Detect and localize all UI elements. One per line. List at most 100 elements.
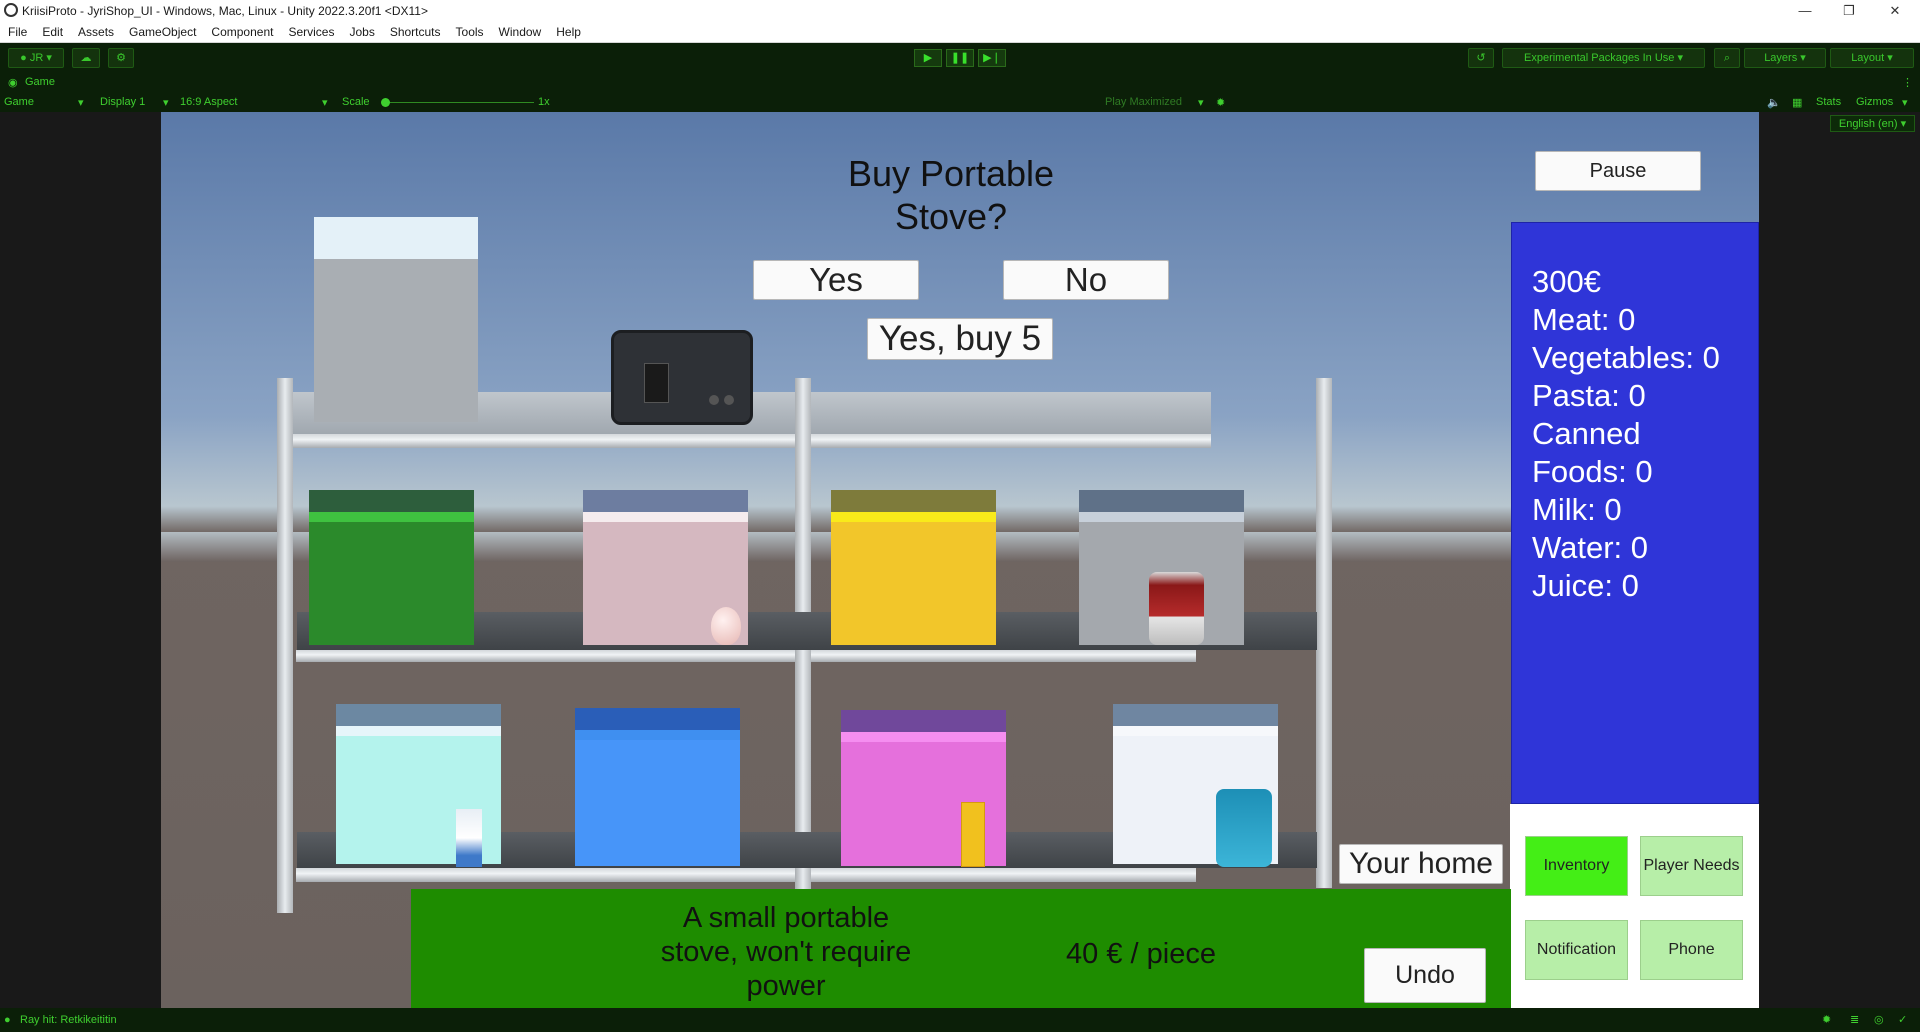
canned-food-item[interactable] [1149,572,1204,645]
scale-label: Scale [342,96,370,108]
milk-count: Milk: 0 [1532,492,1622,527]
menu-edit[interactable]: Edit [42,25,63,39]
close-button[interactable]: ✕ [1872,0,1918,22]
grid-icon[interactable]: ▦ [1792,96,1802,109]
unity-logo-icon [4,3,18,17]
dropdown-chevron-icon: ▾ [322,97,328,109]
chips-bag-item[interactable] [1216,789,1272,867]
description-bar: A small portable stove, won't require po… [411,889,1511,1008]
juice-box-item[interactable] [961,802,985,867]
layers-label: Layers [1764,52,1798,64]
gizmos-button[interactable]: Gizmos [1856,96,1893,108]
canned-foods-count: Canned Foods: 0 [1532,416,1653,489]
scale-slider-thumb[interactable] [381,98,390,107]
account-label: JR [29,52,44,64]
player-needs-tab[interactable]: Player Needs [1640,836,1743,896]
milk-carton-item[interactable] [456,809,482,867]
game-tab-icon: ◉ [8,77,18,89]
menu-bar: File Edit Assets GameObject Component Se… [0,22,1920,43]
water-count: Water: 0 [1532,530,1648,565]
layers-dropdown[interactable]: Layers ▾ [1744,48,1826,68]
game-tab-strip: ◉ Game ⋮ [0,73,1920,93]
purchase-prompt: Buy Portable Stove? [847,153,1055,237]
experimental-packages-dropdown[interactable]: Experimental Packages In Use ▾ [1502,48,1705,68]
juice-count: Juice: 0 [1532,568,1639,603]
debug-icon[interactable]: ✹ [1822,1008,1831,1032]
dropdown-chevron-icon: ▾ [1198,97,1204,109]
game-mode-dropdown[interactable]: Game [4,96,34,108]
menu-help[interactable]: Help [556,25,581,39]
yes-button[interactable]: Yes [753,260,919,300]
cache-icon[interactable]: ≣ [1850,1008,1859,1032]
dropdown-chevron-icon: ▾ [1902,97,1908,109]
game-tab[interactable]: Game [25,76,55,88]
menu-gameobject[interactable]: GameObject [129,25,196,39]
product-box-top[interactable] [314,217,478,422]
product-box-meat[interactable] [309,490,474,645]
menu-component[interactable]: Component [211,25,273,39]
pause-editor-button[interactable]: ❚❚ [946,49,974,67]
inventory-tab[interactable]: Inventory [1525,836,1628,896]
window-title: KriisiProto - JyriShop_UI - Windows, Mac… [22,4,428,18]
audio-icon[interactable]: 🔈 [1767,96,1781,109]
collab-icon[interactable]: ⚙ [108,48,134,68]
packages-label: Experimental Packages In Use [1524,52,1675,64]
menu-services[interactable]: Services [288,25,334,39]
game-viewport[interactable]: Buy Portable Stove? Yes No Yes, buy 5 Pa… [161,112,1759,1008]
shelf-board-middle [296,650,1196,662]
shelf-board-bottom [296,868,1196,882]
cloud-icon[interactable]: ☁ [72,48,100,68]
menu-window[interactable]: Window [499,25,542,39]
tab-panel: Inventory Player Needs Notification Phon… [1510,804,1759,1008]
scale-slider-track[interactable] [384,102,534,103]
menu-assets[interactable]: Assets [78,25,114,39]
language-dropdown[interactable]: English (en) ▾ [1830,115,1915,132]
search-icon[interactable]: ⌕ [1714,48,1740,68]
layout-dropdown[interactable]: Layout ▾ [1830,48,1914,68]
product-box-pasta[interactable] [831,490,996,645]
dropdown-chevron-icon: ▾ [163,97,169,109]
menu-jobs[interactable]: Jobs [349,25,374,39]
minimize-button[interactable]: — [1782,0,1828,22]
status-bar: ● Ray hit: Retkikeititin ✹ ≣ ◎ ✓ [0,1008,1920,1032]
shelf-board-top [281,434,1211,448]
yes-buy-5-button[interactable]: Yes, buy 5 [867,318,1053,360]
menu-file[interactable]: File [8,25,27,39]
progress-icon[interactable]: ◎ [1874,1008,1884,1032]
money-value: 300€ [1532,264,1601,299]
check-icon[interactable]: ✓ [1898,1008,1907,1032]
shelf-post-left [277,378,293,913]
item-price: 40 € / piece [1066,938,1216,970]
status-message: Ray hit: Retkikeititin [20,1014,117,1026]
bug-icon[interactable]: ✹ [1216,96,1225,109]
notification-tab[interactable]: Notification [1525,920,1628,980]
display-dropdown[interactable]: Display 1 [100,96,145,108]
aspect-dropdown[interactable]: 16:9 Aspect [180,96,238,108]
menu-shortcuts[interactable]: Shortcuts [390,25,441,39]
phone-tab[interactable]: Phone [1640,920,1743,980]
portable-stove[interactable] [611,330,753,425]
your-home-button[interactable]: Your home [1339,844,1503,884]
history-icon[interactable]: ↺ [1468,48,1494,68]
menu-tools[interactable]: Tools [456,25,484,39]
main-toolbar: ● JR ▾ ☁ ⚙ ▶ ❚❚ ▶❘ ↺ Experimental Packag… [0,43,1920,73]
account-dropdown[interactable]: ● JR ▾ [8,48,64,68]
inventory-panel: 300€ Meat: 0 Vegetables: 0 Pasta: 0 Cann… [1511,222,1759,804]
egg-item[interactable] [711,607,741,645]
pasta-count: Pasta: 0 [1532,378,1646,413]
restore-button[interactable]: ❐ [1826,0,1872,22]
play-maximized-dropdown[interactable]: Play Maximized [1105,96,1182,108]
play-button[interactable]: ▶ [914,49,942,67]
tab-menu-icon[interactable]: ⋮ [1902,76,1913,89]
language-label: English (en) [1838,118,1898,130]
stats-button[interactable]: Stats [1816,96,1841,108]
meat-count: Meat: 0 [1532,302,1636,337]
product-box-water[interactable] [575,708,740,866]
info-icon: ● [4,1014,11,1026]
pause-button[interactable]: Pause [1535,151,1701,191]
step-button[interactable]: ▶❘ [978,49,1006,67]
shelf-post-right [1316,378,1332,888]
undo-button[interactable]: Undo [1364,948,1486,1003]
window-title-bar: KriisiProto - JyriShop_UI - Windows, Mac… [0,0,1920,22]
no-button[interactable]: No [1003,260,1169,300]
